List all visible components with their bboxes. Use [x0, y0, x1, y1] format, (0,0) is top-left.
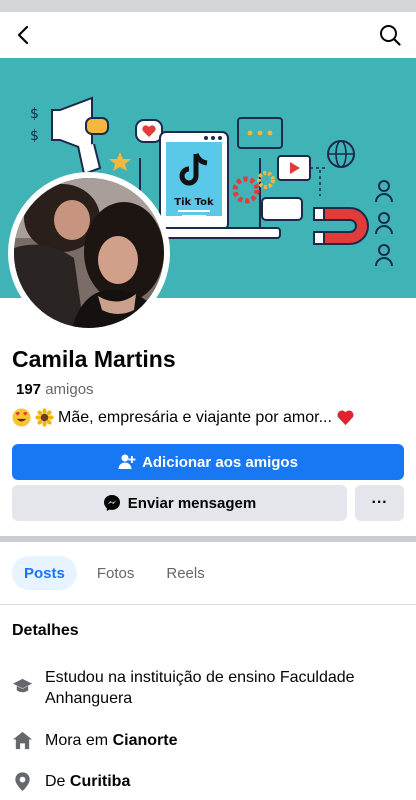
- lives-in-city[interactable]: Cianorte: [113, 732, 178, 749]
- tab-reels[interactable]: Reels: [154, 556, 216, 590]
- chevron-left-icon: [17, 25, 29, 45]
- svg-text:Tik Tok: Tik Tok: [174, 197, 214, 208]
- lives-in-prefix: Mora em: [45, 732, 109, 749]
- tab-photos[interactable]: Fotos: [85, 556, 147, 590]
- tab-posts[interactable]: Posts: [12, 556, 77, 590]
- hometown-prefix: De: [45, 773, 66, 790]
- tabs-separator: [0, 604, 416, 605]
- avatar[interactable]: [14, 178, 164, 328]
- hometown-city[interactable]: Curitiba: [70, 773, 130, 790]
- svg-text:$: $: [30, 106, 39, 122]
- messenger-icon: [103, 495, 120, 511]
- profile-bio: Mãe, empresária e viajante por amor...: [12, 408, 355, 427]
- bio-text: Mãe, empresária e viajante por amor...: [58, 408, 332, 426]
- location-pin-icon: [15, 772, 30, 792]
- heart-bubble-icon: [135, 119, 163, 143]
- friends-count-label: amigos: [45, 381, 94, 398]
- add-friend-label: Adicionar aos amigos: [142, 453, 298, 471]
- profile-name: Camila Martins: [12, 346, 176, 372]
- graduation-cap-icon: [12, 678, 33, 693]
- detail-lives-in: Mora em Cianorte: [12, 730, 395, 751]
- detail-hometown: De Curitiba: [12, 771, 395, 792]
- section-divider: [0, 536, 416, 542]
- red-heart-emoji-icon: [337, 410, 354, 426]
- add-friend-icon: [118, 454, 136, 469]
- detail-education: Estudou na instituição de ensino Faculda…: [12, 667, 395, 709]
- sunflower-emoji-icon: [35, 408, 54, 427]
- more-options-button[interactable]: ···: [355, 485, 404, 521]
- tiktok-phone: Tik Tok: [159, 131, 229, 231]
- friends-count[interactable]: 197 amigos: [16, 381, 94, 398]
- detail-education-text: Estudou na instituição de ensino Faculda…: [45, 669, 355, 707]
- heart-eyes-emoji-icon: [12, 408, 31, 427]
- profile-tabs: Posts Fotos Reels: [12, 556, 217, 590]
- home-icon: [12, 731, 33, 750]
- profile-photo: [14, 178, 164, 328]
- send-message-label: Enviar mensagem: [127, 494, 257, 512]
- search-icon: [380, 25, 401, 46]
- search-button[interactable]: [376, 21, 404, 49]
- back-button[interactable]: [10, 21, 38, 49]
- details-title: Detalhes: [12, 622, 79, 639]
- status-bar-strip: [0, 0, 416, 12]
- svg-text:$: $: [30, 128, 39, 144]
- add-friend-button[interactable]: Adicionar aos amigos: [12, 444, 404, 480]
- top-navbar: [0, 12, 416, 58]
- more-options-icon: ···: [371, 494, 388, 511]
- send-message-button[interactable]: Enviar mensagem: [12, 485, 347, 521]
- friends-count-number: 197: [16, 381, 42, 398]
